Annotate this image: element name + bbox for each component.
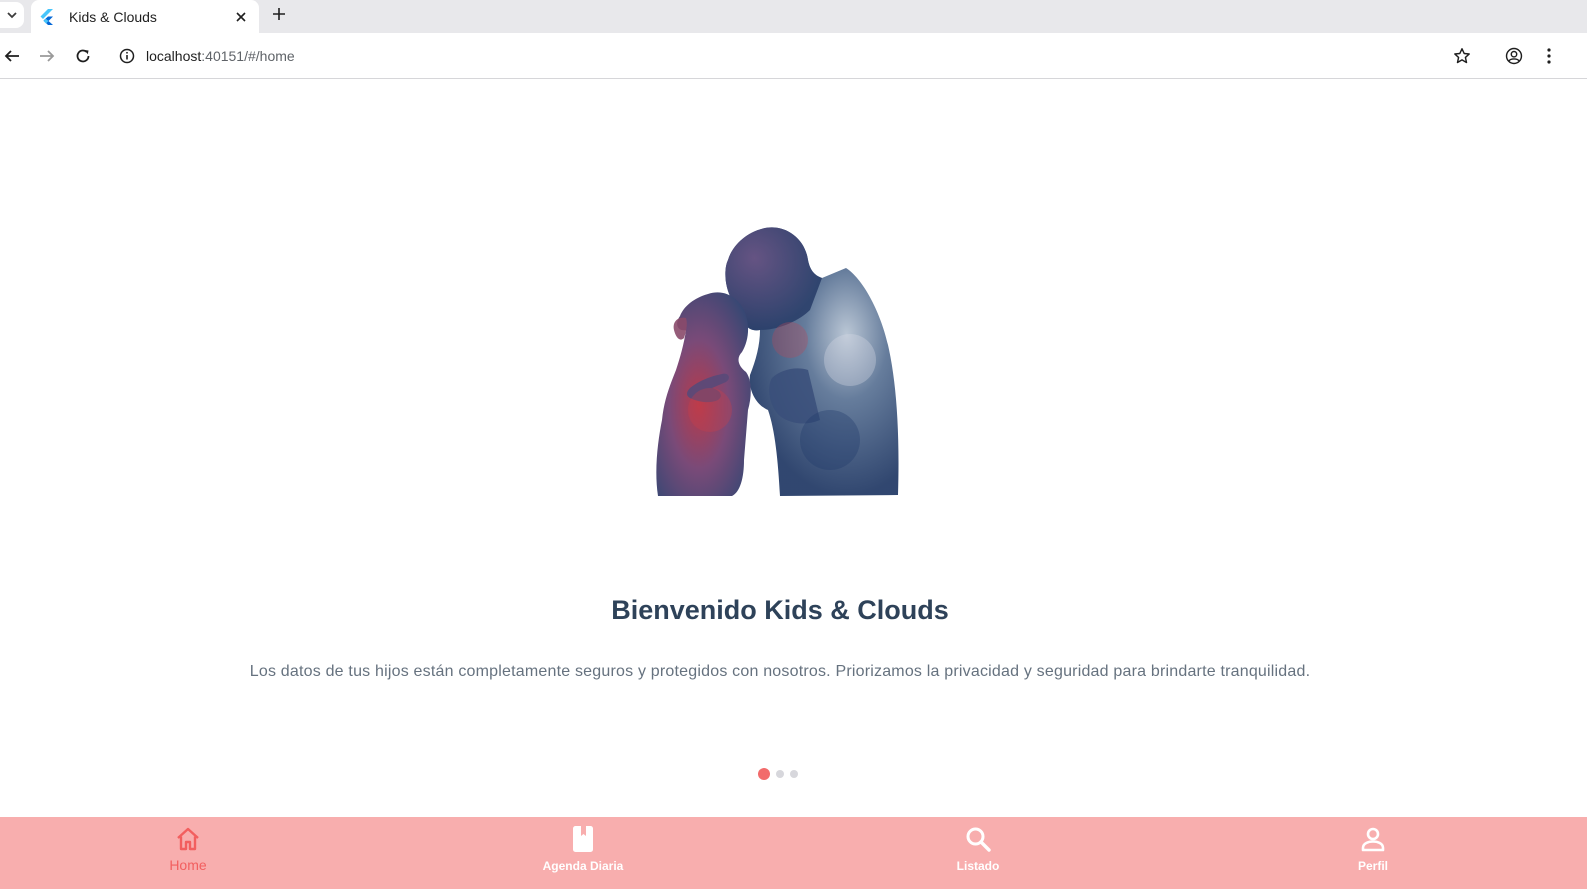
- reload-icon[interactable]: [71, 44, 95, 68]
- kebab-menu-icon[interactable]: [1537, 44, 1561, 68]
- back-arrow-icon[interactable]: [0, 44, 24, 68]
- welcome-title: Bienvenido Kids & Clouds: [611, 595, 949, 625]
- nav-label-perfil: Perfil: [1357, 859, 1388, 873]
- tab-title: Kids & Clouds: [69, 8, 157, 25]
- address-bar[interactable]: localhost:40151/#/home: [108, 39, 1488, 73]
- flutter-favicon-icon: [39, 8, 55, 25]
- bottom-navigation: Home Agenda Diaria Listado Perfil: [0, 817, 1587, 889]
- star-icon[interactable]: [1450, 44, 1474, 68]
- account-icon[interactable]: [1502, 44, 1526, 68]
- close-icon[interactable]: [231, 7, 251, 27]
- info-icon[interactable]: [110, 39, 144, 73]
- forward-arrow-icon[interactable]: [35, 44, 59, 68]
- browser-tabstrip: Kids & Clouds: [0, 0, 1587, 33]
- browser-toolbar: localhost:40151/#/home: [0, 33, 1587, 79]
- page-indicator: [758, 768, 798, 780]
- url-path: :40151/#/home: [201, 48, 295, 64]
- page-dot-3[interactable]: [790, 770, 798, 778]
- nav-item-agenda[interactable]: Agenda Diaria: [483, 817, 683, 889]
- nav-label-listado: Listado: [956, 859, 1000, 873]
- nav-item-perfil[interactable]: Perfil: [1273, 817, 1473, 889]
- nav-label-home: Home: [169, 857, 207, 873]
- hero-illustration: [600, 220, 930, 510]
- plus-icon[interactable]: [268, 3, 290, 25]
- url-text[interactable]: localhost:40151/#/home: [146, 48, 295, 64]
- url-host: localhost: [146, 48, 202, 64]
- page-dot-2[interactable]: [776, 770, 784, 778]
- nav-item-home[interactable]: Home: [88, 817, 288, 889]
- page-dot-1[interactable]: [758, 768, 770, 780]
- welcome-description: Los datos de tus hijos están completamen…: [249, 663, 1311, 680]
- onboarding-page: Bienvenido Kids & Clouds Los datos de tu…: [0, 80, 1587, 817]
- person-icon: [1359, 825, 1387, 853]
- book-icon: [569, 825, 597, 853]
- search-icon: [964, 825, 992, 853]
- browser-tab[interactable]: Kids & Clouds: [31, 0, 259, 33]
- home-icon: [174, 825, 202, 853]
- tab-search-chevron-icon[interactable]: [0, 2, 24, 28]
- nav-item-listado[interactable]: Listado: [878, 817, 1078, 889]
- nav-label-agenda: Agenda Diaria: [542, 859, 624, 873]
